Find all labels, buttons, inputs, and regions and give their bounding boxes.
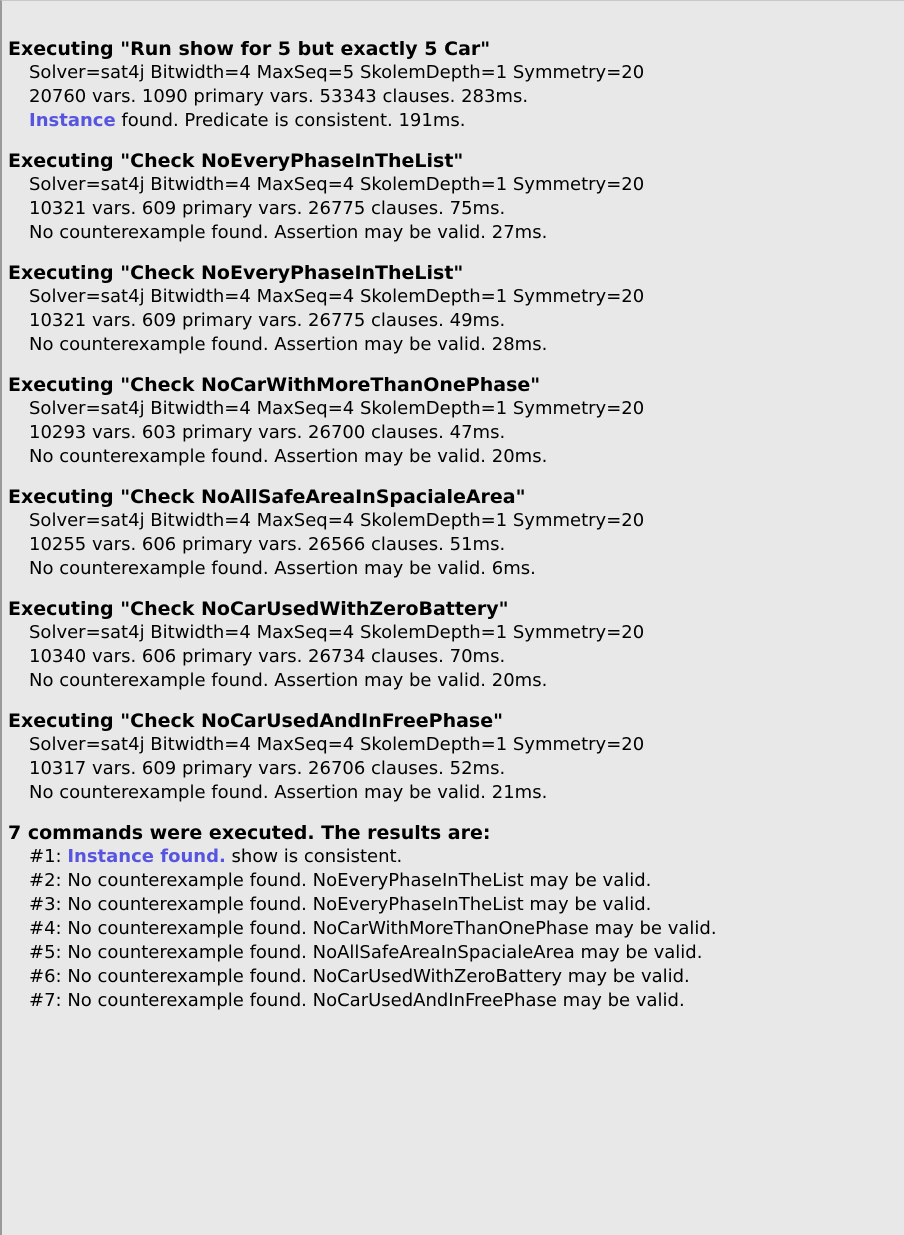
result-text: No counterexample found. NoCarUsedAndInF…	[67, 990, 685, 1011]
solver-settings: Solver=sat4j Bitwidth=4 MaxSeq=4 SkolemD…	[29, 286, 645, 307]
execution-result: No counterexample found. Assertion may b…	[29, 222, 548, 243]
summary-result-4: #4: No counterexample found. NoCarWithMo…	[8, 917, 904, 941]
summary-result-6: #6: No counterexample found. NoCarUsedWi…	[8, 965, 904, 989]
result-text: found. Predicate is consistent. 191ms.	[115, 110, 466, 131]
execution-block-5: Executing "Check NoAllSafeAreaInSpaciale…	[8, 485, 904, 581]
instance-found-link[interactable]: Instance found.	[67, 846, 225, 867]
execution-result: No counterexample found. Assertion may b…	[29, 334, 548, 355]
summary-result-3: #3: No counterexample found. NoEveryPhas…	[8, 893, 904, 917]
execution-title: Executing "Check NoCarUsedAndInFreePhase…	[8, 710, 504, 732]
result-prefix: #2:	[29, 870, 68, 891]
result-prefix: #1:	[29, 846, 68, 867]
summary-result-2: #2: No counterexample found. NoEveryPhas…	[8, 869, 904, 893]
execution-result: No counterexample found. Assertion may b…	[29, 558, 536, 579]
execution-title: Executing "Run show for 5 but exactly 5 …	[8, 38, 491, 60]
instance-link[interactable]: Instance	[29, 110, 116, 131]
result-text: show is consistent.	[225, 846, 403, 867]
execution-result: No counterexample found. Assertion may b…	[29, 782, 548, 803]
summary-section: 7 commands were executed. The results ar…	[8, 821, 904, 1013]
execution-result: No counterexample found. Assertion may b…	[29, 670, 548, 691]
solver-settings: Solver=sat4j Bitwidth=4 MaxSeq=4 SkolemD…	[29, 622, 645, 643]
output-log-panel: Executing "Run show for 5 but exactly 5 …	[0, 0, 904, 1235]
result-prefix: #4:	[29, 918, 68, 939]
solver-stats: 10340 vars. 606 primary vars. 26734 clau…	[29, 646, 506, 667]
execution-block-4: Executing "Check NoCarWithMoreThanOnePha…	[8, 373, 904, 469]
solver-settings: Solver=sat4j Bitwidth=4 MaxSeq=4 SkolemD…	[29, 510, 645, 531]
execution-block-6: Executing "Check NoCarUsedWithZeroBatter…	[8, 597, 904, 693]
result-text: No counterexample found. NoEveryPhaseInT…	[67, 870, 652, 891]
summary-result-1: #1: Instance found. show is consistent.	[8, 845, 904, 869]
execution-title: Executing "Check NoEveryPhaseInTheList"	[8, 150, 464, 172]
solver-settings: Solver=sat4j Bitwidth=4 MaxSeq=5 SkolemD…	[29, 62, 645, 83]
solver-settings: Solver=sat4j Bitwidth=4 MaxSeq=4 SkolemD…	[29, 398, 645, 419]
result-text: No counterexample found. NoCarWithMoreTh…	[67, 918, 717, 939]
execution-title: Executing "Check NoCarWithMoreThanOnePha…	[8, 374, 541, 396]
summary-title: 7 commands were executed. The results ar…	[8, 822, 491, 844]
execution-block-7: Executing "Check NoCarUsedAndInFreePhase…	[8, 709, 904, 805]
solver-stats: 10293 vars. 603 primary vars. 26700 clau…	[29, 422, 506, 443]
result-prefix: #5:	[29, 942, 68, 963]
execution-block-2: Executing "Check NoEveryPhaseInTheList" …	[8, 149, 904, 245]
summary-result-7: #7: No counterexample found. NoCarUsedAn…	[8, 989, 904, 1013]
execution-title: Executing "Check NoAllSafeAreaInSpaciale…	[8, 486, 526, 508]
solver-stats: 20760 vars. 1090 primary vars. 53343 cla…	[29, 86, 529, 107]
solver-stats: 10255 vars. 606 primary vars. 26566 clau…	[29, 534, 506, 555]
result-text: No counterexample found. NoCarUsedWithZe…	[67, 966, 690, 987]
execution-title: Executing "Check NoCarUsedWithZeroBatter…	[8, 598, 509, 620]
solver-settings: Solver=sat4j Bitwidth=4 MaxSeq=4 SkolemD…	[29, 174, 645, 195]
result-text: No counterexample found. NoAllSafeAreaIn…	[67, 942, 703, 963]
execution-title: Executing "Check NoEveryPhaseInTheList"	[8, 262, 464, 284]
solver-stats: 10317 vars. 609 primary vars. 26706 clau…	[29, 758, 506, 779]
solver-stats: 10321 vars. 609 primary vars. 26775 clau…	[29, 198, 506, 219]
solver-settings: Solver=sat4j Bitwidth=4 MaxSeq=4 SkolemD…	[29, 734, 645, 755]
execution-block-1: Executing "Run show for 5 but exactly 5 …	[8, 37, 904, 133]
execution-result: No counterexample found. Assertion may b…	[29, 446, 548, 467]
result-prefix: #7:	[29, 990, 68, 1011]
result-text: No counterexample found. NoEveryPhaseInT…	[67, 894, 652, 915]
summary-result-5: #5: No counterexample found. NoAllSafeAr…	[8, 941, 904, 965]
solver-stats: 10321 vars. 609 primary vars. 26775 clau…	[29, 310, 506, 331]
execution-result: Instance found. Predicate is consistent.…	[8, 109, 904, 133]
result-prefix: #3:	[29, 894, 68, 915]
execution-block-3: Executing "Check NoEveryPhaseInTheList" …	[8, 261, 904, 357]
result-prefix: #6:	[29, 966, 68, 987]
